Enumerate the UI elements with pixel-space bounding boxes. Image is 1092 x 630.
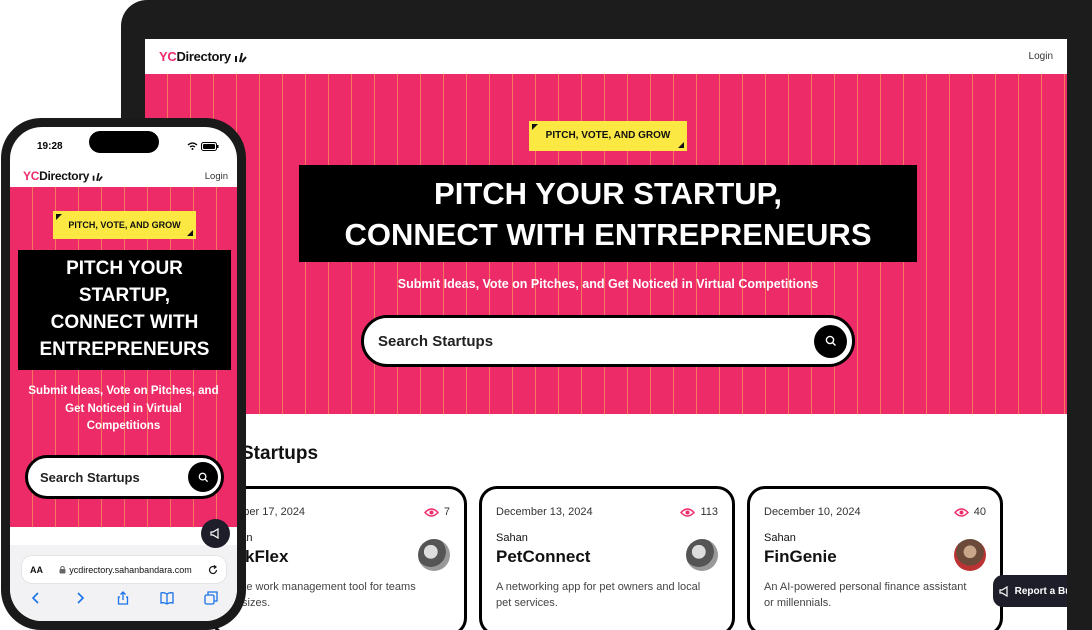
card-description-line-2: pet services. <box>496 597 558 609</box>
logo-spark-icon <box>92 172 103 181</box>
megaphone-icon <box>210 528 219 539</box>
hero-tag: PITCH, VOTE, AND GROW <box>53 211 196 239</box>
megaphone-icon <box>999 585 1008 597</box>
card-title[interactable]: orkFlex <box>228 547 450 567</box>
laptop-screen: YC Directory Login PITCH, VOTE, AND GROW … <box>145 39 1067 630</box>
search-input[interactable]: Search Startups <box>378 333 493 350</box>
url-display[interactable]: ycdirectory.sahanbandara.com <box>59 564 192 575</box>
logo-suffix: Directory <box>176 49 231 64</box>
hero-headline: PITCH YOUR STARTUP, CONNECT WITH ENTREPR… <box>18 250 231 370</box>
logo[interactable]: YC Directory <box>159 49 247 64</box>
phone-navbar: YC Directory Login <box>10 165 237 187</box>
card-description-line-1: A networking app for pet owners and loca… <box>496 581 701 593</box>
eye-icon <box>680 507 696 517</box>
logo-prefix: YC <box>159 49 177 64</box>
browser-toolbar <box>10 591 237 605</box>
hero-section: PITCH, VOTE, AND GROW PITCH YOUR STARTUP… <box>145 74 1067 414</box>
eye-icon <box>953 507 969 517</box>
bookmarks-icon[interactable] <box>160 591 174 605</box>
text-size-button[interactable]: AA <box>30 565 43 575</box>
login-link[interactable]: Login <box>1029 51 1053 62</box>
hero-subtitle: Submit Ideas, Vote on Pitches, and Get N… <box>397 277 819 291</box>
startup-card-list: ember 17, 2024 7 ahan orkFlex mote work … <box>211 486 1015 630</box>
card-author[interactable]: Sahan <box>764 532 986 544</box>
hero-subtitle-line-3: Competitions <box>86 420 161 432</box>
search-icon <box>198 472 208 482</box>
hero-headline-line-1: PITCH YOUR STARTUP, <box>434 176 782 211</box>
hero-headline-line-2: STARTUP, <box>78 285 171 306</box>
card-view-count: 113 <box>700 506 718 518</box>
search-bar[interactable]: Search Startups <box>361 315 855 367</box>
logo-spark-icon <box>234 52 247 63</box>
card-title[interactable]: PetConnect <box>496 547 718 567</box>
card-view-count: 7 <box>443 506 450 518</box>
forward-icon[interactable] <box>73 591 87 605</box>
section-title: Startups <box>241 443 319 464</box>
card-views: 113 <box>680 506 718 518</box>
logo-suffix: Directory <box>39 169 90 183</box>
hero-subtitle: Submit Ideas, Vote on Pitches, and Get N… <box>20 383 227 436</box>
device-mockup-stage: YC Directory Login PITCH, VOTE, AND GROW … <box>0 0 1092 630</box>
tabs-icon[interactable] <box>204 591 218 605</box>
author-avatar[interactable] <box>418 539 450 571</box>
card-description-line-1: mote work management tool for teams <box>228 581 416 593</box>
eye-icon <box>423 507 439 517</box>
hero-section: PITCH, VOTE, AND GROW PITCH YOUR STARTUP… <box>10 187 237 527</box>
wifi-icon <box>187 142 198 150</box>
share-icon[interactable] <box>116 591 130 605</box>
search-bar[interactable]: Search Startups <box>25 455 224 499</box>
card-description: mote work management tool for teams all … <box>228 579 450 611</box>
card-description: An AI-powered personal finance assistant… <box>764 579 986 611</box>
phone-screen: 19:28 YC Directory Login PITCH, VOTE, AND… <box>10 127 237 621</box>
card-author[interactable]: Sahan <box>496 532 718 544</box>
laptop-navbar: YC Directory Login <box>145 39 1067 74</box>
hero-headline-line-4: ENTREPRENEURS <box>39 339 210 360</box>
reload-icon[interactable] <box>208 564 218 575</box>
report-bug-fab[interactable] <box>201 519 230 548</box>
dynamic-island <box>89 131 159 153</box>
phone-frame: 19:28 YC Directory Login PITCH, VOTE, AND… <box>1 118 246 630</box>
author-avatar[interactable] <box>686 539 718 571</box>
card-views: 40 <box>953 506 986 518</box>
battery-icon <box>201 141 219 151</box>
login-link[interactable]: Login <box>205 171 228 182</box>
card-views: 7 <box>423 506 450 518</box>
author-avatar[interactable] <box>954 539 986 571</box>
status-time: 19:28 <box>37 140 63 152</box>
startup-card[interactable]: ember 17, 2024 7 ahan orkFlex mote work … <box>211 486 467 630</box>
startup-card[interactable]: December 10, 2024 40 Sahan FinGenie An A… <box>747 486 1003 630</box>
card-description-line-2: or millennials. <box>764 597 832 609</box>
status-icons <box>187 141 219 151</box>
hero-headline-line-3: CONNECT WITH <box>50 312 199 333</box>
card-date: December 13, 2024 <box>496 506 593 518</box>
card-date: December 10, 2024 <box>764 506 861 518</box>
address-bar[interactable]: AA ycdirectory.sahanbandara.com <box>22 556 226 583</box>
logo-prefix: YC <box>23 169 40 183</box>
startup-card[interactable]: December 13, 2024 113 Sahan PetConnect A… <box>479 486 735 630</box>
hero-subtitle-line-2: Get Noticed in Virtual <box>65 402 182 415</box>
logo[interactable]: YC Directory <box>23 169 103 183</box>
search-input[interactable]: Search Startups <box>40 470 140 485</box>
hero-headline-line-2: CONNECT WITH ENTREPRENEURS <box>344 217 872 252</box>
card-description: A networking app for pet owners and loca… <box>496 579 718 611</box>
lock-icon <box>59 565 66 574</box>
search-button[interactable] <box>814 324 847 358</box>
card-description-line-1: An AI-powered personal finance assistant <box>764 581 967 593</box>
back-icon[interactable] <box>29 591 43 605</box>
hero-headline: PITCH YOUR STARTUP, CONNECT WITH ENTREPR… <box>299 165 917 262</box>
hero-headline-line-1: PITCH YOUR <box>66 258 183 279</box>
hero-subtitle-line-1: Submit Ideas, Vote on Pitches, and <box>28 385 219 397</box>
card-description-line-2: all sizes. <box>228 597 271 609</box>
search-icon <box>825 335 836 346</box>
search-button[interactable] <box>188 462 218 492</box>
laptop-frame: YC Directory Login PITCH, VOTE, AND GROW … <box>121 0 1092 630</box>
card-author[interactable]: ahan <box>228 532 450 544</box>
report-bug-label: Report a Bug <box>1014 585 1067 597</box>
report-bug-button[interactable]: Report a Bug <box>993 575 1067 607</box>
card-view-count: 40 <box>973 506 986 518</box>
hero-tag: PITCH, VOTE, AND GROW <box>529 121 687 151</box>
card-title[interactable]: FinGenie <box>764 547 986 567</box>
url-text: ycdirectory.sahanbandara.com <box>69 564 192 575</box>
